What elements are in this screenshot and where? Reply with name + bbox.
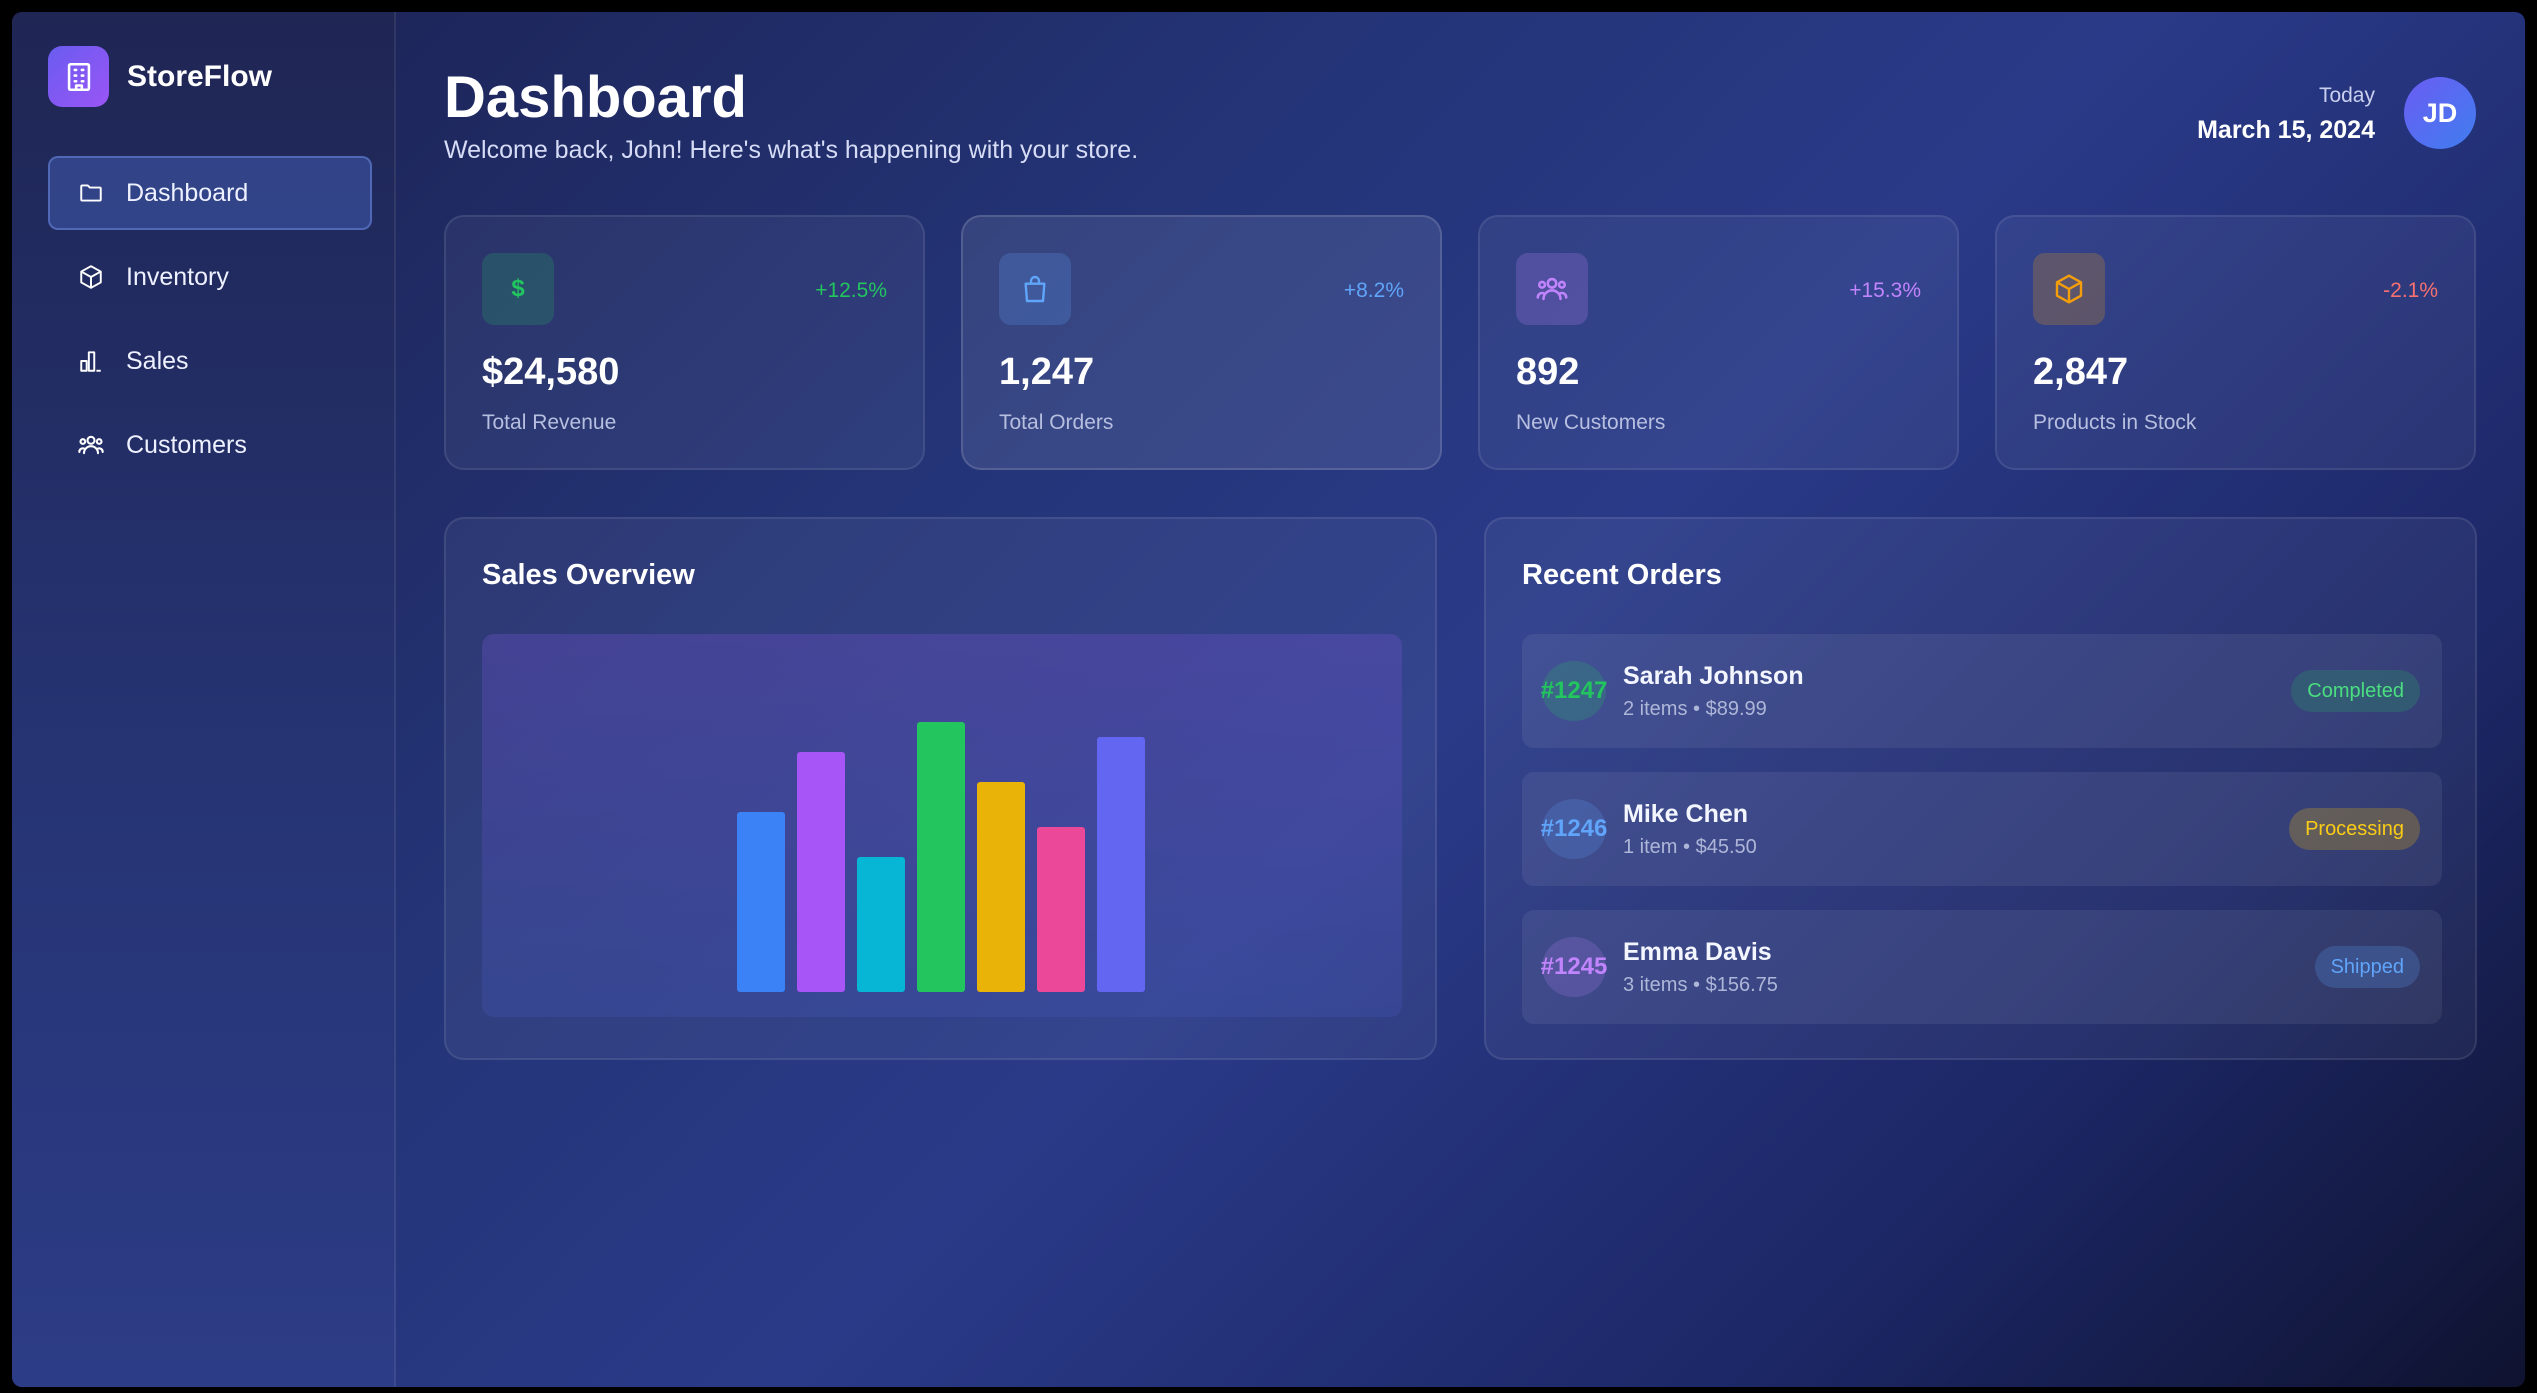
chart-bar [977,782,1025,992]
folder-icon [76,178,106,208]
building-icon [48,46,109,107]
date-display: Today March 15, 2024 [2197,84,2375,145]
list-item[interactable]: #1246 Mike Chen 1 item • $45.50 Processi… [1522,772,2442,886]
chart-bar [857,857,905,992]
stat-change: +8.2% [1343,279,1404,302]
order-meta: 2 items • $89.99 [1623,698,1767,720]
dollar-icon: $ [482,253,554,325]
package-icon [2033,253,2105,325]
chart-bar [737,812,785,992]
list-item[interactable]: #1245 Emma Davis 3 items • $156.75 Shipp… [1522,910,2442,1024]
stat-card-customers[interactable]: +15.3% 892 New Customers [1478,215,1959,470]
stat-change: +12.5% [815,279,887,302]
list-item[interactable]: #1247 Sarah Johnson 2 items • $89.99 Com… [1522,634,2442,748]
stat-change: -2.1% [2383,279,2438,302]
avatar[interactable]: JD [2404,77,2476,149]
bar-chart-icon [76,346,106,376]
stat-label: Products in Stock [2033,411,2197,434]
sidebar-item-label: Sales [126,346,189,375]
stat-change: +15.3% [1849,279,1921,302]
order-id: #1246 [1541,799,1607,859]
stat-card-products[interactable]: -2.1% 2,847 Products in Stock [1995,215,2476,470]
chart-bar [1037,827,1085,992]
order-meta: 1 item • $45.50 [1623,836,1757,858]
stat-value: 1,247 [999,351,1095,393]
users-icon [76,430,106,460]
app-window: StoreFlow Dashboard Inventory Sales Cust… [12,12,2525,1387]
sidebar-item-dashboard[interactable]: Dashboard [48,156,372,230]
brand-name: StoreFlow [127,59,273,93]
stat-label: Total Revenue [482,411,617,434]
status-badge: Completed [2291,670,2420,712]
order-id: #1245 [1541,937,1607,997]
stat-card-orders[interactable]: +8.2% 1,247 Total Orders [961,215,1442,470]
date-label: Today [2318,84,2375,107]
order-id: #1247 [1541,661,1607,721]
sales-overview-panel: Sales Overview [444,517,1437,1060]
order-meta: 3 items • $156.75 [1623,974,1778,996]
customer-name: Emma Davis [1623,938,1772,966]
shopping-bag-icon [999,253,1071,325]
sales-chart [482,634,1402,1017]
bar-chart-svg [737,722,1145,992]
panel-title: Sales Overview [482,559,695,591]
stat-value: 2,847 [2033,351,2129,393]
users-icon [1516,253,1588,325]
page-subtitle: Welcome back, John! Here's what's happen… [444,136,1139,164]
date-value: March 15, 2024 [2197,116,2375,144]
sidebar-item-label: Customers [126,430,247,459]
stat-label: New Customers [1516,411,1666,434]
chart-bar [917,722,965,992]
sidebar-item-label: Inventory [126,262,229,291]
stat-value: $24,580 [482,351,620,393]
recent-orders-panel: Recent Orders #1247 Sarah Johnson 2 item… [1484,517,2477,1060]
sidebar-item-sales[interactable]: Sales [48,324,372,398]
sidebar-item-customers[interactable]: Customers [48,408,372,482]
chart-bar [1097,737,1145,992]
stat-value: 892 [1516,351,1580,393]
box-icon [76,262,106,292]
sidebar-item-inventory[interactable]: Inventory [48,240,372,314]
sidebar-item-label: Dashboard [126,178,249,207]
chart-bar [797,752,845,992]
brand[interactable]: StoreFlow [48,46,272,107]
stat-card-revenue[interactable]: $ +12.5% $24,580 Total Revenue [444,215,925,470]
stat-label: Total Orders [999,411,1114,434]
sidebar: StoreFlow Dashboard Inventory Sales Cust… [12,12,396,1387]
page-title: Dashboard [444,65,747,130]
customer-name: Mike Chen [1623,800,1749,828]
status-badge: Processing [2289,808,2420,850]
panel-title: Recent Orders [1522,559,1722,591]
sidebar-nav: Dashboard Inventory Sales Customers [48,156,372,492]
status-badge: Shipped [2314,946,2420,988]
customer-name: Sarah Johnson [1623,662,1804,690]
